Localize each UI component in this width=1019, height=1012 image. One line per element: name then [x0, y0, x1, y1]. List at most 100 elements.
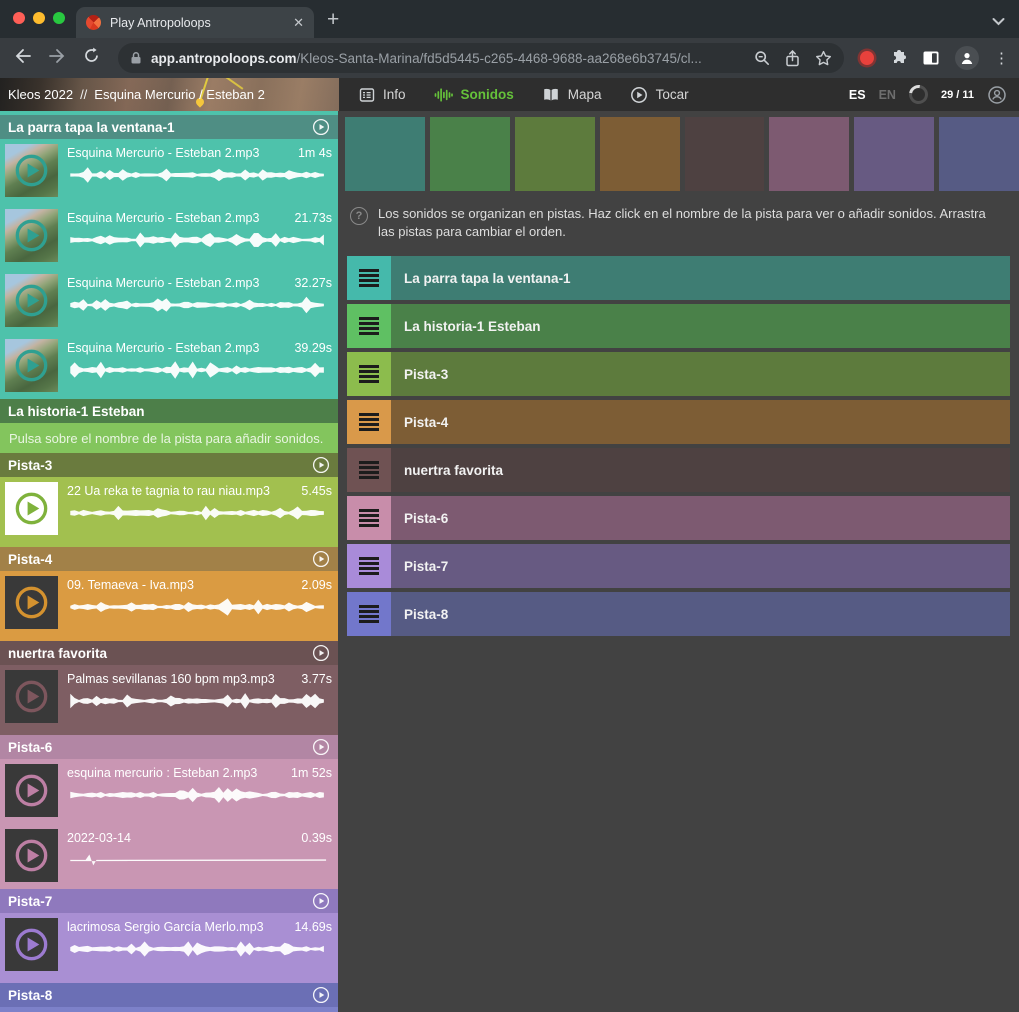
track-section-header[interactable]: La parra tapa la ventana-1 [0, 115, 338, 139]
track-column-swatch[interactable] [854, 117, 934, 191]
track-section-header[interactable]: Pista-3 [0, 453, 338, 477]
track-drag-handle[interactable] [347, 592, 391, 636]
track-row-bar[interactable]: nuertra favorita [391, 448, 1010, 492]
track-drag-handle[interactable] [347, 496, 391, 540]
track-row-bar[interactable]: Pista-4 [391, 400, 1010, 444]
track-column-swatch[interactable] [769, 117, 849, 191]
track-row[interactable]: Pista-7 [347, 544, 1010, 588]
track-column-swatch[interactable] [939, 117, 1019, 191]
split-view-icon[interactable] [922, 50, 940, 66]
clip-thumbnail[interactable] [5, 829, 58, 882]
close-window-button[interactable] [13, 12, 25, 24]
track-row[interactable]: Pista-4 [347, 400, 1010, 444]
minimize-window-button[interactable] [33, 12, 45, 24]
play-track-icon[interactable] [312, 644, 330, 662]
track-column-swatch[interactable] [430, 117, 510, 191]
new-tab-button[interactable]: + [327, 8, 339, 32]
clip-thumbnail[interactable] [5, 764, 58, 817]
clip-thumbnail[interactable] [5, 918, 58, 971]
audio-clip[interactable]: 22 Ua reka te tagnia to rau niau.mp35.45… [0, 477, 338, 547]
track-drag-handle[interactable] [347, 304, 391, 348]
track-drag-handle[interactable] [347, 352, 391, 396]
audio-clip[interactable]: 09. Temaeva - Iva.mp32.09s [0, 571, 338, 641]
track-column-swatch[interactable] [345, 117, 425, 191]
track-row[interactable]: Pista-6 [347, 496, 1010, 540]
project-banner[interactable]: Kleos 2022//Esquina Mercurio / Esteban 2 [0, 78, 339, 111]
maximize-window-button[interactable] [53, 12, 65, 24]
close-tab-icon[interactable]: ✕ [293, 15, 304, 31]
track-row[interactable]: Pista-8 [347, 592, 1010, 636]
clip-thumbnail[interactable] [5, 339, 58, 392]
browser-tab[interactable]: Play Antropoloops ✕ [76, 7, 314, 38]
track-section-header[interactable]: Pista-7 [0, 889, 338, 913]
clip-thumbnail[interactable] [5, 576, 58, 629]
address-bar[interactable]: app.antropoloops.com/Kleos-Santa-Marina/… [118, 43, 844, 73]
track-row-bar[interactable]: La parra tapa la ventana-1 [391, 256, 1010, 300]
play-track-icon[interactable] [312, 892, 330, 910]
tab-tocar[interactable]: Tocar [630, 86, 689, 104]
track-column-swatch[interactable] [515, 117, 595, 191]
track-drag-handle[interactable] [347, 256, 391, 300]
tab-sonidos[interactable]: Sonidos [434, 87, 514, 103]
track-drag-handle[interactable] [347, 544, 391, 588]
track-row[interactable]: Pista-3 [347, 352, 1010, 396]
clip-thumbnail[interactable] [5, 482, 58, 535]
account-icon[interactable] [987, 85, 1007, 105]
audio-clip[interactable]: Esquina Mercurio - Esteban 2.mp339.29s [0, 334, 338, 399]
track-row-bar[interactable]: Pista-8 [391, 592, 1010, 636]
clip-thumbnail[interactable] [5, 670, 58, 723]
play-track-icon[interactable] [312, 118, 330, 136]
play-track-icon[interactable] [312, 550, 330, 568]
waveform [67, 228, 329, 252]
track-section-header[interactable]: Pista-4 [0, 547, 338, 571]
clip-thumbnail[interactable] [5, 274, 58, 327]
bookmark-star-icon[interactable] [815, 50, 832, 67]
clip-title: 22 Ua reka te tagnia to rau niau.mp3 [67, 484, 278, 498]
clip-thumbnail[interactable] [5, 209, 58, 262]
audio-clip[interactable]: esquina mercurio : Esteban 2.mp31m 52s [0, 759, 338, 824]
browser-menu-icon[interactable]: ⋮ [994, 56, 1009, 61]
track-row-bar[interactable]: Pista-6 [391, 496, 1010, 540]
audio-clip[interactable]: lacrimosa Sergio García Merlo.mp314.69s [0, 913, 338, 983]
track-section: La historia-1 EstebanPulsa sobre el nomb… [0, 399, 338, 453]
tracks-sidebar: La parra tapa la ventana-1Esquina Mercur… [0, 111, 338, 1012]
tab-search-chevron-icon[interactable] [992, 13, 1005, 31]
forward-button[interactable] [44, 48, 70, 69]
audio-clip[interactable]: Esquina Mercurio - Esteban 2.mp332.27s [0, 269, 338, 334]
track-section-header[interactable]: Pista-6 [0, 735, 338, 759]
clip-thumbnail[interactable] [5, 144, 58, 197]
track-drag-handle[interactable] [347, 400, 391, 444]
track-name: Pista-4 [8, 552, 312, 567]
reload-button[interactable] [78, 47, 104, 69]
back-button[interactable] [10, 48, 36, 69]
track-section-header[interactable]: La historia-1 Esteban [0, 399, 338, 423]
play-track-icon[interactable] [312, 456, 330, 474]
track-row-bar[interactable]: La historia-1 Esteban [391, 304, 1010, 348]
track-row[interactable]: nuertra favorita [347, 448, 1010, 492]
extensions-puzzle-icon[interactable] [889, 49, 907, 67]
recording-indicator-icon[interactable] [860, 51, 874, 65]
share-icon[interactable] [785, 50, 800, 67]
audio-clip[interactable]: Palmas sevillanas 160 bpm mp3.mp33.77s [0, 665, 338, 735]
track-section-header[interactable]: nuertra favorita [0, 641, 338, 665]
profile-avatar[interactable] [955, 46, 979, 70]
track-section-header[interactable]: Pista-8 [0, 983, 338, 1007]
zoom-icon[interactable] [754, 50, 770, 66]
play-track-icon[interactable] [312, 738, 330, 756]
audio-clip[interactable]: 2022-03-140.39s [0, 824, 338, 889]
track-drag-handle[interactable] [347, 448, 391, 492]
audio-clip[interactable]: Esquina Mercurio - Esteban 2.mp321.73s [0, 204, 338, 269]
lang-en-button[interactable]: EN [879, 88, 896, 102]
track-row[interactable]: La historia-1 Esteban [347, 304, 1010, 348]
track-column-swatch[interactable] [600, 117, 680, 191]
tab-mapa[interactable]: Mapa [542, 87, 602, 103]
track-row-bar[interactable]: Pista-3 [391, 352, 1010, 396]
lang-es-button[interactable]: ES [849, 88, 866, 102]
breadcrumb-project: Kleos 2022 [8, 87, 73, 102]
tab-info[interactable]: Info [359, 87, 406, 103]
track-column-swatch[interactable] [685, 117, 765, 191]
track-row-bar[interactable]: Pista-7 [391, 544, 1010, 588]
play-track-icon[interactable] [312, 986, 330, 1004]
track-row[interactable]: La parra tapa la ventana-1 [347, 256, 1010, 300]
audio-clip[interactable]: Esquina Mercurio - Esteban 2.mp31m 4s [0, 139, 338, 204]
